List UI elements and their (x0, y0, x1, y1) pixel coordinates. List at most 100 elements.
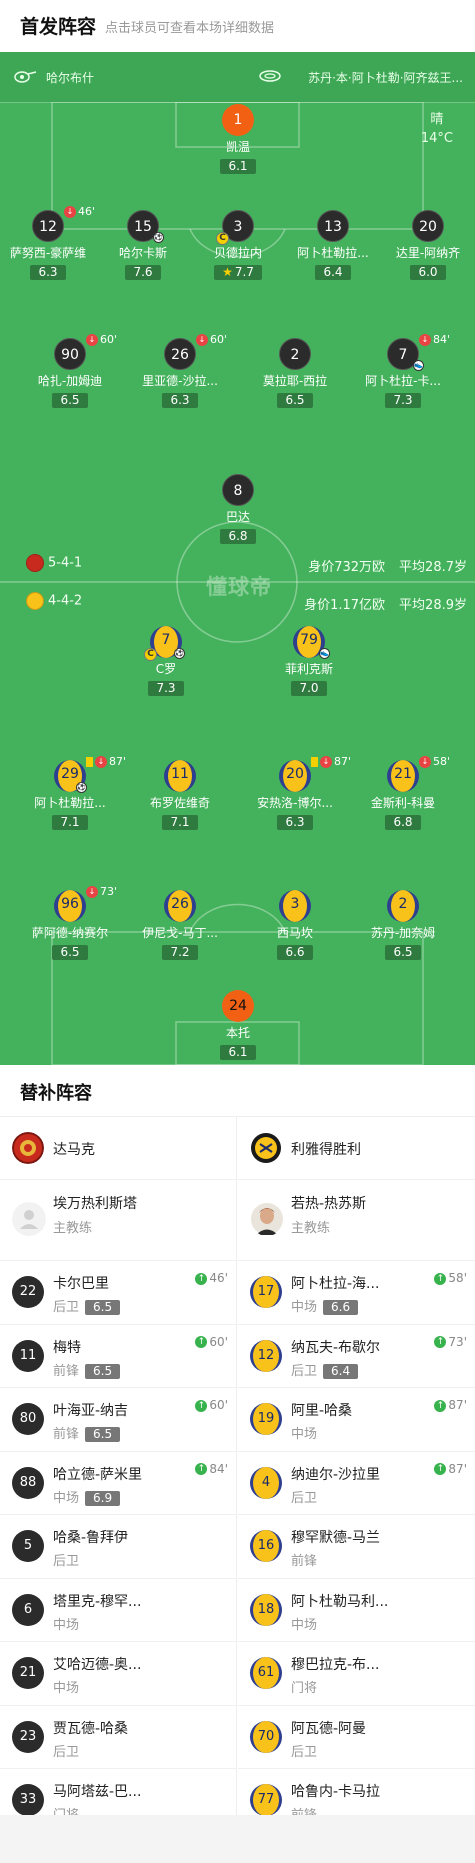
sub-in-minute: ↑ 60' (195, 1335, 228, 1349)
player-away-4[interactable]: 11 布罗佐维奇 7.1 (120, 760, 240, 830)
player-home-7[interactable]: 90 ↓ 60' 哈扎-加姆迪 6.5 (10, 333, 130, 408)
player-away-5[interactable]: 20 ↓ 87' 安热洛-博尔... 6.3 (235, 755, 355, 830)
player-away-3[interactable]: 29 ↓ 87' ⚽ 阿卜杜勒拉... 7.1 (10, 755, 130, 830)
star-icon: ★ (222, 265, 233, 279)
stadium-icon (259, 70, 281, 82)
sub-in-icon: ↑ (195, 1463, 208, 1475)
sub-player-home-8[interactable]: 23 贾瓦德-哈桑 后卫 (0, 1704, 236, 1769)
sub-player-away-5[interactable]: 16 穆罕默德-马兰 前锋 (238, 1514, 475, 1578)
home-stats: 身价732万欧 平均28.7岁 (294, 556, 467, 575)
sub-in-minute: ↑ 46' (195, 1271, 228, 1285)
player-away-8[interactable]: 26 伊尼戈-马丁... 7.2 (120, 890, 240, 960)
subs-header: 替补阵容 (0, 1065, 475, 1117)
sub-in-minute: ↑ 87' (434, 1398, 467, 1412)
sub-in-minute: ↑ 60' (195, 1398, 228, 1412)
sub-player-away-4[interactable]: 4 纳迪尔-沙拉里 后卫 ↑ 87' (238, 1450, 475, 1515)
page-subtitle: 点击球员可查看本场详细数据 (105, 21, 275, 36)
weather: 晴 14°C (421, 110, 453, 148)
sub-in-icon: ↑ (434, 1272, 447, 1285)
player-away-6[interactable]: 21 ↓ 58' 金斯利-科曼 6.8 (343, 755, 463, 830)
sub-in-minute: ↑ 87' (434, 1462, 467, 1476)
sub-player-home-5[interactable]: 5 哈桑-鲁拜伊 后卫 (0, 1514, 236, 1578)
sub-in-icon: ↑ (434, 1399, 447, 1412)
away-team-row[interactable]: 利雅得胜利 (238, 1117, 475, 1180)
sub-event: ↓ 60' (196, 333, 227, 346)
sub-in-icon: ↑ (195, 1272, 208, 1285)
away-value: 身价1.17亿欧 (304, 598, 386, 613)
sub-player-away-8[interactable]: 70 阿瓦德-阿曼 后卫 (238, 1704, 475, 1769)
home-team-row[interactable]: 达马克 (0, 1117, 236, 1180)
assist-icon: 👟 (319, 648, 330, 659)
sub-player-home-1[interactable]: 22 卡尔巴里 后卫 6.5 ↑ 46' (0, 1260, 236, 1324)
al-nassr-logo (251, 1133, 281, 1163)
home-team-badge (26, 554, 44, 572)
sub-event: ↓ 84' (419, 333, 450, 346)
yellow-card-icon (311, 757, 318, 767)
away-age: 平均28.9岁 (399, 598, 467, 613)
sub-player-home-2[interactable]: 11 梅特 前锋 6.5 ↑ 60' (0, 1323, 236, 1388)
footer-spacer (0, 1815, 475, 1863)
damac-logo (12, 1132, 44, 1164)
sub-player-away-2[interactable]: 12 纳瓦夫-布歇尔 后卫 6.4 ↑ 73' (238, 1323, 475, 1388)
player-away-11[interactable]: 24 本托 6.1 (178, 990, 298, 1060)
sub-player-home-7[interactable]: 21 艾哈迈德-奥... 中场 (0, 1641, 236, 1705)
player-home-10[interactable]: 7 ↓ 84' 👟 阿卜杜拉-卡... 7.3 (343, 333, 463, 408)
sub-player-away-6[interactable]: 18 阿卜杜勒马利... 中场 (238, 1577, 475, 1642)
home-subs-column: 达马克 埃万热利斯塔 主教练 22 卡尔巴里 后卫 6.5 ↑ 46' 11 梅特 … (0, 1117, 237, 1823)
away-coach-row[interactable]: 若热-热苏斯 主教练 (238, 1180, 475, 1260)
assist-icon: 👟 (413, 360, 424, 371)
captain-icon: C (216, 232, 229, 245)
player-home-9[interactable]: 2 莫拉耶-西拉 6.5 (235, 338, 355, 408)
sub-in-icon: ↑ (195, 1336, 208, 1348)
player-away-7[interactable]: 96 ↓ 73' 萨阿德-纳赛尔 6.5 (10, 885, 130, 960)
watermark: 懂球帝 (206, 575, 272, 599)
page-title: 首发阵容 (20, 16, 97, 38)
team-bar: 哈尔布什 苏丹·本·阿卜杜勒·阿齐兹王... (0, 52, 475, 102)
sub-in-icon: ↑ (434, 1336, 447, 1348)
player-away-9[interactable]: 3 西马坎 6.6 (235, 890, 355, 960)
home-team-name[interactable]: 哈尔布什 (46, 69, 94, 86)
player-home-6[interactable]: 20 达里-阿纳齐 6.0 (368, 210, 475, 280)
away-stats: 身价1.17亿欧 平均28.9岁 (290, 594, 467, 613)
player-away-1[interactable]: 7 C ⚽ C罗 7.3 (106, 626, 226, 696)
away-team-name[interactable]: 苏丹·本·阿卜杜勒·阿齐兹王... (308, 69, 463, 86)
whistle-icon (14, 71, 37, 83)
sub-in-icon: ↑ (434, 1463, 447, 1475)
sub-in-minute: ↑ 58' (434, 1271, 467, 1285)
sub-player-home-4[interactable]: 88 哈立德-萨米里 中场 6.9 ↑ 84' (0, 1450, 236, 1515)
sub-player-home-6[interactable]: 6 塔里克-穆罕... 中场 (0, 1577, 236, 1642)
pitch: 哈尔布什 苏丹·本·阿卜杜勒·阿齐兹王... 晴 14°C 懂球帝 5-4-1 … (0, 52, 475, 1065)
sub-in-minute: ↑ 73' (434, 1335, 467, 1349)
goal-ball-icon: ⚽ (174, 648, 185, 659)
goal-ball-icon: ⚽ (76, 782, 87, 793)
player-home-11[interactable]: 8 巴达 6.8 (178, 474, 298, 544)
sub-event: ↓ 60' (86, 333, 117, 346)
goal-ball-icon: ⚽ (153, 232, 164, 243)
player-away-2[interactable]: 79 👟 菲利克斯 7.0 (249, 626, 369, 696)
coach-placeholder-icon (12, 1202, 46, 1236)
subs-title: 替补阵容 (20, 1083, 92, 1104)
player-home-1[interactable]: 1 凯温 6.1 (178, 104, 298, 174)
player-home-8[interactable]: 26 ↓ 60' 里亚德-沙拉... 6.3 (120, 333, 240, 408)
sub-in-icon: ↑ (195, 1399, 208, 1412)
away-subs-column: 利雅得胜利 若热-热苏斯 主教练 17 阿卜杜拉-海... 中场 6.6 ↑ 58'… (238, 1117, 475, 1832)
sub-player-home-3[interactable]: 80 叶海亚-纳吉 前锋 6.5 ↑ 60' (0, 1387, 236, 1451)
lineup-header: 首发阵容 点击球员可查看本场详细数据 (0, 0, 475, 52)
sub-player-away-3[interactable]: 19 阿里-哈桑 中场 ↑ 87' (238, 1387, 475, 1451)
sub-player-away-7[interactable]: 61 穆巴拉克-布... 门将 (238, 1641, 475, 1705)
coach-avatar (251, 1203, 283, 1235)
yellow-card-icon (86, 757, 93, 767)
home-age: 平均28.7岁 (399, 560, 467, 575)
away-formation: 4-4-2 (26, 592, 82, 610)
home-value: 身价732万欧 (308, 560, 386, 575)
player-away-10[interactable]: 2 苏丹-加奈姆 6.5 (343, 890, 463, 960)
away-team-badge (26, 592, 44, 610)
sub-event: ↓ 58' (419, 755, 450, 768)
home-coach-row[interactable]: 埃万热利斯塔 主教练 (0, 1180, 236, 1260)
weather-temp: 14°C (420, 131, 453, 146)
sub-player-away-1[interactable]: 17 阿卜杜拉-海... 中场 6.6 ↑ 58' (238, 1260, 475, 1324)
sub-in-minute: ↑ 84' (195, 1462, 228, 1476)
captain-icon: C (144, 648, 157, 661)
sub-event: ↓ 73' (86, 885, 117, 898)
weather-condition: 晴 (430, 112, 444, 127)
